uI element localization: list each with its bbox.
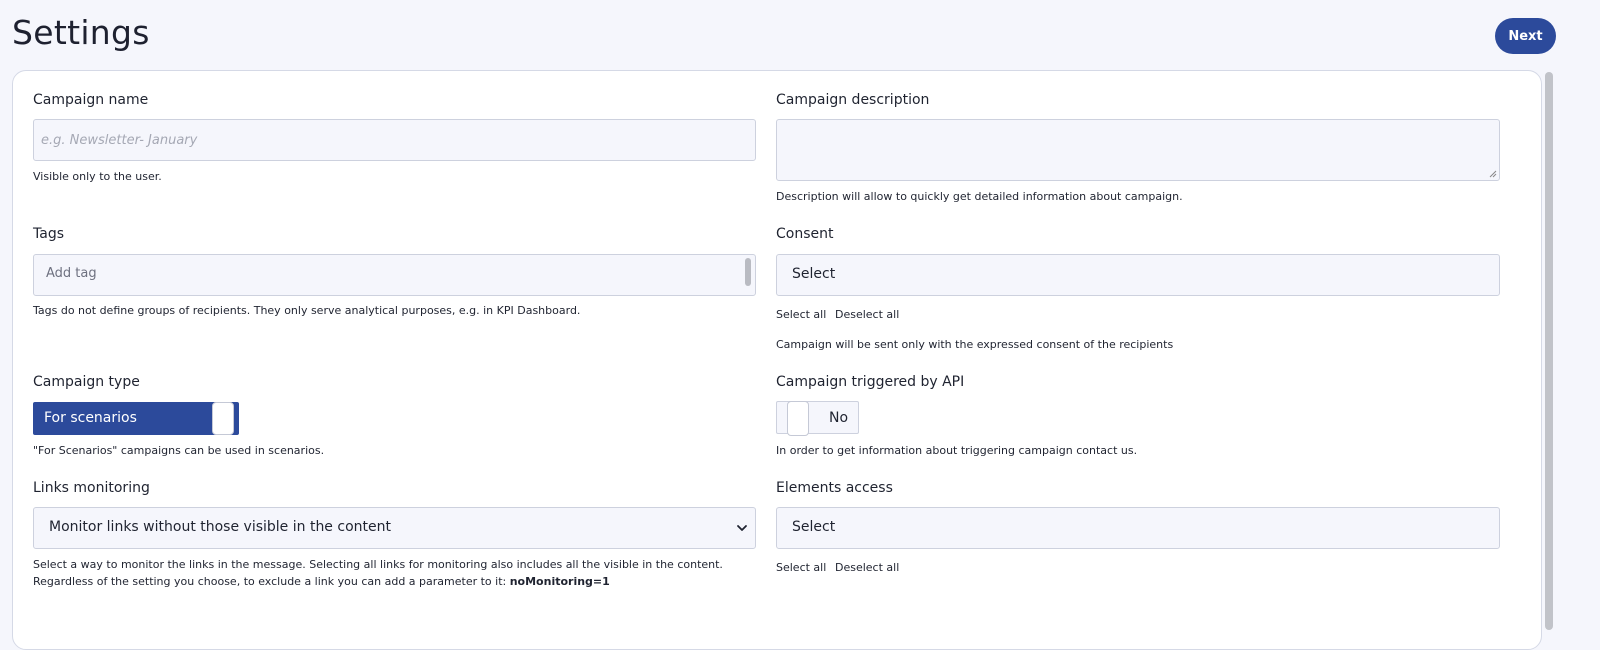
links-monitoring-help: Select a way to monitor the links in the… — [33, 556, 723, 590]
campaign-type-value: For scenarios — [44, 410, 137, 426]
elements-access-label: Elements access — [776, 480, 893, 496]
campaign-description-wrapper — [776, 119, 1500, 181]
next-button[interactable]: Next — [1495, 18, 1556, 54]
campaign-name-help: Visible only to the user. — [33, 170, 162, 183]
api-trigger-label: Campaign triggered by API — [776, 374, 965, 390]
campaign-name-field-wrapper — [33, 119, 756, 161]
api-trigger-value: No — [829, 410, 849, 426]
elements-access-select-all-link[interactable]: Select all — [776, 561, 826, 574]
campaign-description-input[interactable] — [777, 120, 1499, 180]
elements-access-deselect-all-link[interactable]: Deselect all — [835, 561, 899, 574]
consent-deselect-all-link[interactable]: Deselect all — [835, 308, 899, 321]
page-scrollbar-thumb[interactable] — [1545, 72, 1553, 630]
consent-select[interactable]: Select — [776, 254, 1500, 296]
api-trigger-help: In order to get information about trigge… — [776, 444, 1138, 457]
campaign-type-label: Campaign type — [33, 374, 140, 390]
consent-help: Campaign will be sent only with the expr… — [776, 338, 1174, 351]
chevron-down-icon — [737, 525, 747, 531]
tags-label: Tags — [33, 226, 64, 242]
resize-grip-icon[interactable] — [1488, 169, 1497, 178]
campaign-type-toggle[interactable]: For scenarios — [33, 402, 239, 435]
campaign-name-input[interactable] — [34, 120, 755, 160]
links-monitoring-help-line2: Regardless of the setting you choose, to… — [33, 573, 723, 590]
campaign-name-label: Campaign name — [33, 92, 149, 108]
no-monitoring-param: noMonitoring=1 — [509, 575, 610, 588]
links-monitoring-selected: Monitor links without those visible in t… — [49, 519, 391, 535]
tags-input[interactable]: Add tag — [33, 254, 756, 296]
links-monitoring-help-line2-text: Regardless of the setting you choose, to… — [33, 575, 510, 588]
tags-scrollbar[interactable] — [745, 258, 751, 286]
tags-placeholder: Add tag — [46, 266, 97, 281]
campaign-type-help: "For Scenarios" campaigns can be used in… — [33, 444, 325, 457]
campaign-description-label: Campaign description — [776, 92, 930, 108]
campaign-description-help: Description will allow to quickly get de… — [776, 190, 1183, 203]
consent-selected: Select — [792, 266, 836, 282]
api-trigger-toggle[interactable]: No — [776, 401, 859, 436]
campaign-type-toggle-knob[interactable] — [212, 402, 234, 435]
links-monitoring-help-line1: Select a way to monitor the links in the… — [33, 558, 723, 571]
links-monitoring-select[interactable]: Monitor links without those visible in t… — [33, 507, 756, 549]
links-monitoring-label: Links monitoring — [33, 480, 150, 496]
tags-help: Tags do not define groups of recipients.… — [33, 304, 581, 317]
consent-label: Consent — [776, 226, 834, 242]
elements-access-selected: Select — [792, 519, 836, 535]
page-title: Settings — [12, 13, 150, 52]
elements-access-select[interactable]: Select — [776, 507, 1500, 549]
api-trigger-toggle-knob[interactable] — [787, 401, 809, 436]
consent-select-all-link[interactable]: Select all — [776, 308, 826, 321]
